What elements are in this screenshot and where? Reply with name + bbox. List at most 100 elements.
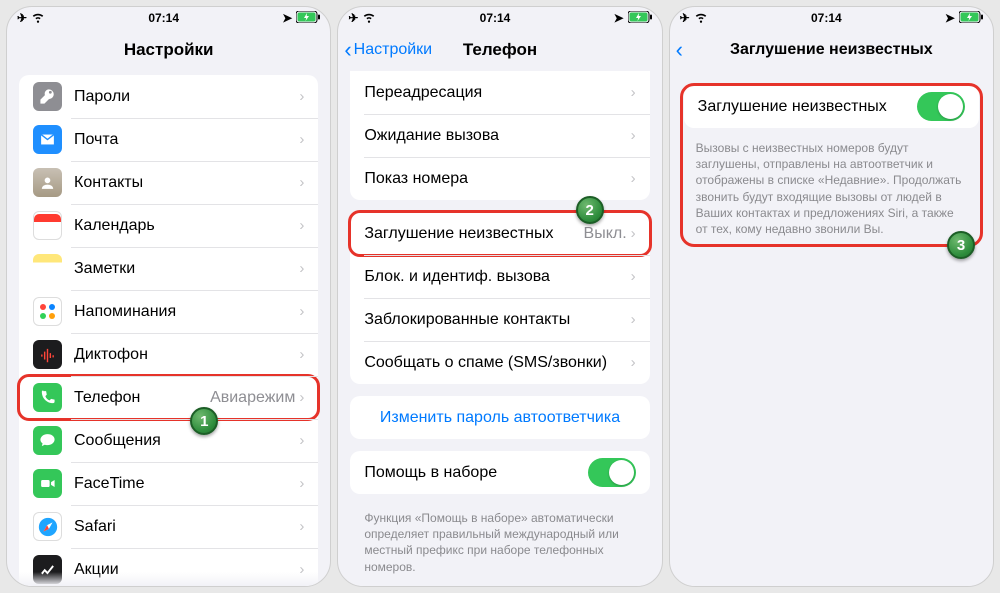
row-value: Авиарежим: [210, 389, 295, 407]
chevron-right-icon: ›: [299, 475, 304, 492]
wifi-icon: [694, 10, 708, 27]
row-contacts[interactable]: Контакты ›: [19, 161, 318, 204]
row-spam-report[interactable]: Сообщать о спаме (SMS/звонки)›: [350, 341, 649, 384]
status-time: 07:14: [811, 11, 842, 25]
link-label: Изменить пароль автоответчика: [364, 409, 635, 427]
chevron-right-icon: ›: [299, 518, 304, 535]
airplane-icon: ✈︎: [680, 11, 690, 25]
row-label: Safari: [74, 518, 299, 536]
row-silence-unknown[interactable]: Заглушение неизвестных Выкл. ›: [350, 212, 649, 255]
row-silence-unknown-toggle[interactable]: Заглушение неизвестных: [684, 85, 979, 128]
row-label: Блок. и идентиф. вызова: [364, 268, 630, 286]
battery-icon: [296, 11, 320, 26]
row-notes[interactable]: Заметки ›: [19, 247, 318, 290]
chevron-right-icon: ›: [299, 389, 304, 406]
chevron-right-icon: ›: [299, 346, 304, 363]
stocks-icon: [33, 555, 62, 584]
step-badge-2: 2: [576, 196, 604, 224]
footer-text: Функция «Помощь в наборе» автоматически …: [350, 506, 649, 575]
location-icon: ➤: [282, 11, 292, 25]
chevron-right-icon: ›: [299, 131, 304, 148]
row-label: Заблокированные контакты: [364, 311, 630, 329]
row-label: Календарь: [74, 217, 299, 235]
row-caller-id[interactable]: Показ номера›: [350, 157, 649, 200]
row-reminders[interactable]: Напоминания ›: [19, 290, 318, 333]
chevron-right-icon: ›: [631, 170, 636, 187]
row-label: Акции: [74, 561, 299, 579]
chevron-right-icon: ›: [299, 303, 304, 320]
chevron-right-icon: ›: [299, 260, 304, 277]
chevron-right-icon: ›: [631, 268, 636, 285]
settings-list[interactable]: Пароли › Почта › Контакты › Календарь › …: [7, 71, 330, 586]
chevron-right-icon: ›: [631, 311, 636, 328]
row-label: Диктофон: [74, 346, 299, 364]
back-button[interactable]: ‹: [670, 39, 683, 61]
row-stocks[interactable]: Акции ›: [19, 548, 318, 586]
row-label: Заглушение неизвестных: [364, 225, 583, 243]
back-button[interactable]: ‹ Настройки: [338, 39, 432, 61]
footer-text: Вызовы с неизвестных номеров будут заглу…: [682, 136, 981, 237]
navbar: ‹ Настройки Телефон: [338, 29, 661, 71]
row-mail[interactable]: Почта ›: [19, 118, 318, 161]
chevron-right-icon: ›: [631, 354, 636, 371]
row-value: Выкл.: [584, 225, 627, 243]
step-badge-3: 3: [947, 231, 975, 259]
row-dial-assist[interactable]: Помощь в наборе: [350, 451, 649, 494]
mail-icon: [33, 125, 62, 154]
reminders-icon: [33, 297, 62, 326]
row-passwords[interactable]: Пароли ›: [19, 75, 318, 118]
row-blocked-contacts[interactable]: Заблокированные контакты›: [350, 298, 649, 341]
dial-assist-toggle[interactable]: [588, 458, 636, 487]
chevron-right-icon: ›: [299, 561, 304, 578]
chevron-left-icon: ‹: [344, 39, 351, 61]
chevron-right-icon: ›: [299, 217, 304, 234]
row-forwarding[interactable]: Переадресация›: [350, 71, 649, 114]
phone-phone-settings: ✈︎ 07:14 ➤ ‹ Настройки Телефон Переадрес…: [337, 6, 662, 587]
row-label: Заметки: [74, 260, 299, 278]
row-call-blocking[interactable]: Блок. и идентиф. вызова›: [350, 255, 649, 298]
row-phone[interactable]: Телефон Авиарежим › 1: [19, 376, 318, 419]
location-icon: ➤: [945, 11, 955, 25]
battery-icon: [628, 11, 652, 26]
navbar: ‹ Заглушение неизвестных: [670, 29, 993, 71]
row-safari[interactable]: Safari ›: [19, 505, 318, 548]
contacts-icon: [33, 168, 62, 197]
status-time: 07:14: [480, 11, 511, 25]
phone-icon: [33, 383, 62, 412]
silence-unknown-toggle[interactable]: [917, 92, 965, 121]
wifi-icon: [31, 10, 45, 27]
row-voicememos[interactable]: Диктофон ›: [19, 333, 318, 376]
row-change-voicemail-pw[interactable]: Изменить пароль автоответчика: [350, 396, 649, 439]
chevron-right-icon: ›: [299, 432, 304, 449]
safari-icon: [33, 512, 62, 541]
chevron-right-icon: ›: [299, 88, 304, 105]
chevron-right-icon: ›: [631, 127, 636, 144]
row-label: Контакты: [74, 174, 299, 192]
voicememos-icon: [33, 340, 62, 369]
airplane-icon: ✈︎: [17, 11, 27, 25]
chevron-right-icon: ›: [631, 84, 636, 101]
location-icon: ➤: [614, 11, 624, 25]
battery-icon: [959, 11, 983, 26]
row-facetime[interactable]: FaceTime ›: [19, 462, 318, 505]
status-time: 07:14: [148, 11, 179, 25]
row-call-waiting[interactable]: Ожидание вызова›: [350, 114, 649, 157]
wifi-icon: [362, 10, 376, 27]
row-label: Телефон: [74, 389, 210, 407]
row-label: FaceTime: [74, 475, 299, 493]
row-label: Напоминания: [74, 303, 299, 321]
row-calendar[interactable]: Календарь ›: [19, 204, 318, 247]
chevron-right-icon: ›: [631, 225, 636, 242]
row-label: Сообщать о спаме (SMS/звонки): [364, 354, 630, 372]
navbar: Настройки: [7, 29, 330, 71]
calendar-icon: [33, 211, 62, 240]
chevron-left-icon: ‹: [676, 39, 683, 61]
row-label: Ожидание вызова: [364, 127, 630, 145]
back-label: Настройки: [354, 41, 432, 59]
row-messages[interactable]: Сообщения ›: [19, 419, 318, 462]
messages-icon: [33, 426, 62, 455]
row-label: Помощь в наборе: [364, 464, 587, 482]
chevron-right-icon: ›: [299, 174, 304, 191]
key-icon: [33, 82, 62, 111]
statusbar: ✈︎ 07:14 ➤: [7, 7, 330, 29]
